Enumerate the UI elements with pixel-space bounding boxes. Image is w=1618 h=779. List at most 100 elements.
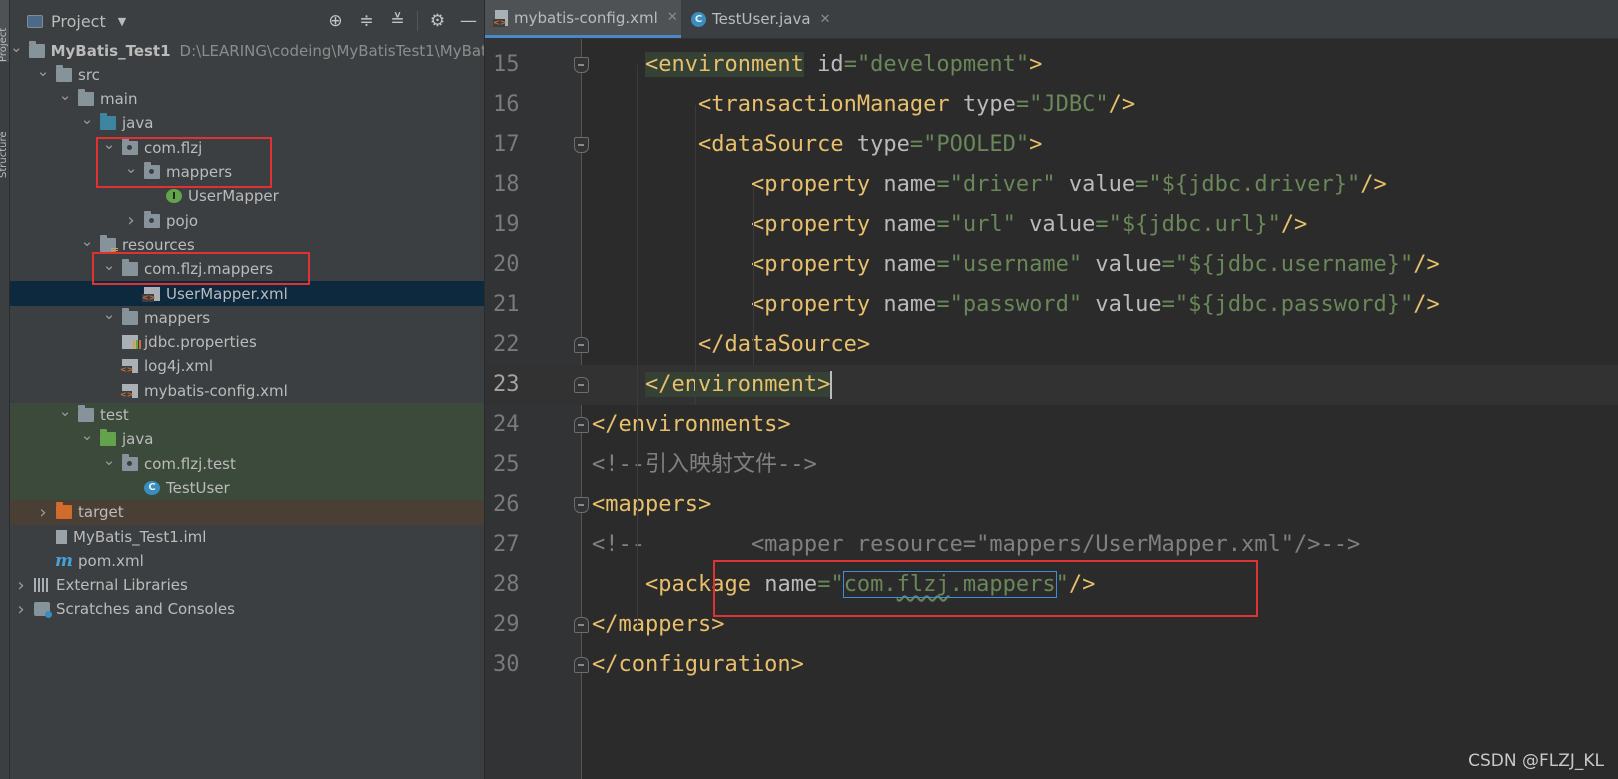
tree-item[interactable]: ⌄ mappers — [10, 305, 484, 330]
project-view-selector[interactable]: Project — [51, 12, 106, 31]
code-line[interactable]: 28 <package name="com.flzj.mappers"/> — [485, 565, 1618, 605]
tree-item-label: main — [100, 90, 138, 109]
code-token: value — [1082, 252, 1162, 277]
project-tool-tab[interactable]: Project — [0, 0, 9, 62]
tree-item[interactable]: I UserMapper — [10, 184, 484, 209]
tree-item[interactable]: mybatis-config.xml — [10, 378, 484, 403]
code-line[interactable]: 15 <environment id="development"> — [485, 45, 1618, 85]
chevron-down-icon[interactable]: ⌄ — [102, 258, 116, 273]
tab-mybatis-config[interactable]: mybatis-config.xml ✕ — [485, 0, 681, 38]
hide-icon[interactable]: — — [453, 11, 484, 31]
code-line[interactable]: 16 <transactionManager type="JDBC"/> — [485, 85, 1618, 125]
locate-icon[interactable]: ⊕ — [320, 11, 351, 31]
code-text: </mappers> — [592, 605, 724, 645]
fold-marker-icon[interactable] — [574, 657, 589, 673]
code-line[interactable]: 19 <property name="url" value="${jdbc.ur… — [485, 205, 1618, 245]
code-token: value — [1082, 292, 1162, 317]
code-line[interactable]: 21 <property name="password" value="${jd… — [485, 285, 1618, 325]
code-text: <property name="url" value="${jdbc.url}"… — [592, 205, 1307, 245]
fold-marker-icon[interactable] — [574, 617, 589, 633]
tab-testuser[interactable]: C TestUser.java ✕ — [681, 0, 841, 38]
tree-item[interactable]: ⌄ java — [10, 111, 484, 136]
tree-item[interactable]: ⌄ mappers — [10, 160, 484, 185]
code-token: /> — [1068, 572, 1096, 597]
code-line[interactable]: 30 </configuration> — [485, 645, 1618, 685]
gear-icon[interactable]: ⚙ — [422, 11, 453, 31]
fold-marker-icon[interactable] — [574, 137, 589, 153]
fold-marker-icon[interactable] — [574, 417, 589, 433]
code-line[interactable]: 20 <property name="username" value="${jd… — [485, 245, 1618, 285]
code-text: <package name="com.flzj.mappers"/> — [592, 565, 1095, 605]
chevron-down-icon[interactable]: ⌄ — [58, 88, 72, 103]
tree-item[interactable]: m pom.xml — [10, 548, 484, 573]
chevron-down-icon[interactable]: ⌄ — [36, 63, 50, 78]
fold-marker-icon[interactable] — [574, 57, 589, 73]
tree-item[interactable]: C TestUser — [10, 475, 484, 501]
line-number: 20 — [493, 252, 520, 277]
code-token: </environments> — [592, 412, 791, 437]
chevron-right-icon[interactable]: › — [14, 599, 28, 620]
code-line[interactable]: 23 </environment> — [485, 365, 1618, 405]
editor-tab-bar: mybatis-config.xml ✕ C TestUser.java ✕ — [485, 0, 1618, 39]
chevron-down-icon[interactable]: ⌄ — [102, 452, 116, 467]
chevron-down-icon[interactable]: ⌄ — [80, 428, 94, 443]
chevron-right-icon[interactable]: › — [14, 575, 28, 596]
chevron-down-icon[interactable]: ⌄ — [124, 161, 138, 176]
chevron-down-icon[interactable]: ⌄ — [58, 404, 72, 419]
collapse-all-icon[interactable]: ≚ — [382, 11, 413, 31]
tree-item[interactable]: ⌄ com.flzj — [10, 135, 484, 160]
code-line[interactable]: 17 <dataSource type="POOLED"> — [485, 125, 1618, 165]
tree-item[interactable]: › Scratches and Consoles — [10, 597, 484, 622]
fold-marker-icon[interactable] — [574, 337, 589, 353]
code-line[interactable]: 26 <mappers> — [485, 485, 1618, 525]
chevron-right-icon[interactable]: › — [124, 210, 138, 231]
code-line[interactable]: 25 <!--引入映射文件--> — [485, 445, 1618, 485]
tree-item[interactable]: MyBatis_Test1.iml — [10, 524, 484, 549]
tree-item[interactable]: ⌄ test — [10, 402, 484, 428]
code-token: = — [936, 212, 950, 237]
chevron-down-icon[interactable]: ⌄ — [10, 39, 23, 54]
tree-item[interactable]: ⌄ java — [10, 426, 484, 452]
line-number: 30 — [493, 652, 520, 677]
tree-item[interactable]: ⌄ com.flzj.test — [10, 451, 484, 477]
code-editor[interactable]: 15 <environment id="development"> 16 <tra… — [485, 39, 1618, 779]
code-line[interactable]: 29 </mappers> — [485, 605, 1618, 645]
fold-marker-icon[interactable] — [574, 377, 589, 393]
code-token: = — [936, 252, 950, 277]
tree-item[interactable]: ⌄ com.flzj.mappers — [10, 257, 484, 282]
close-icon[interactable]: ✕ — [667, 10, 678, 25]
tree-item[interactable]: › target — [10, 499, 484, 525]
tree-item[interactable]: › External Libraries — [10, 573, 484, 598]
tree-item[interactable]: › pojo — [10, 208, 484, 233]
chevron-down-icon[interactable]: ⌄ — [80, 233, 94, 248]
line-number: 29 — [493, 612, 520, 637]
tree-item[interactable]: ⌄ MyBatis_Test1 D:\LEARING\codeing\MyBatis… — [10, 38, 484, 63]
tree-item[interactable]: log4j.xml — [10, 354, 484, 379]
code-token: <property — [750, 212, 871, 237]
chevron-down-icon[interactable]: ▼ — [118, 15, 126, 28]
code-token: "${jdbc.driver}" — [1148, 172, 1361, 197]
fold-marker-icon[interactable] — [574, 497, 589, 513]
tree-item[interactable]: ⌄ main — [10, 87, 484, 112]
code-text: <environment id="development"> — [592, 45, 1042, 85]
chevron-down-icon[interactable]: ⌄ — [102, 136, 116, 151]
expand-all-icon[interactable]: ≑ — [351, 11, 382, 31]
tree-item[interactable]: jdbc.properties — [10, 330, 484, 355]
chevron-down-icon[interactable]: ⌄ — [80, 112, 94, 127]
tree-item[interactable]: ⌄ resources — [10, 232, 484, 257]
code-token: <mappers> — [592, 492, 712, 517]
code-token: /> — [1360, 172, 1387, 197]
code-line[interactable]: 22 </dataSource> — [485, 325, 1618, 365]
code-line[interactable]: 24 </environments> — [485, 405, 1618, 445]
structure-tool-tab[interactable]: Structure — [0, 100, 9, 178]
close-icon[interactable]: ✕ — [820, 12, 831, 27]
excluded-folder-icon — [56, 502, 72, 520]
tree-item[interactable]: UserMapper.xml — [10, 281, 484, 306]
chevron-right-icon[interactable]: › — [36, 502, 50, 523]
chevron-down-icon[interactable]: ⌄ — [102, 306, 116, 321]
tree-item[interactable]: ⌄ src — [10, 62, 484, 87]
code-line[interactable]: 18 <property name="driver" value="${jdbc… — [485, 165, 1618, 205]
code-line[interactable]: 27 <!-- <mapper resource="mappers/UserMap… — [485, 525, 1618, 565]
